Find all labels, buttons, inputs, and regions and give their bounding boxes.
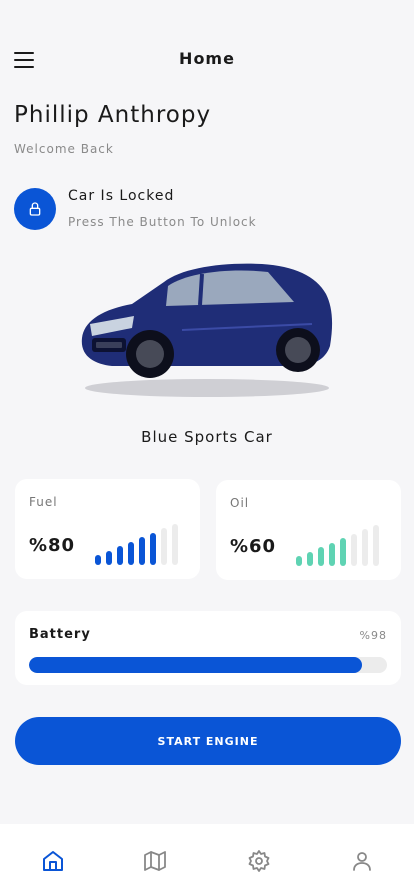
oil-label: Oil (230, 496, 250, 510)
level-bar (362, 529, 368, 566)
oil-value: %60 (230, 536, 277, 557)
battery-progress-fill (29, 657, 362, 673)
battery-label: Battery (29, 627, 91, 642)
bottom-tab-bar (0, 824, 414, 896)
level-bar (373, 524, 379, 566)
lock-icon (29, 202, 41, 216)
fuel-level-bars (95, 523, 178, 565)
tab-map[interactable] (142, 848, 168, 874)
tab-profile[interactable] (349, 848, 375, 874)
fuel-label: Fuel (29, 495, 58, 509)
level-bar (117, 546, 123, 565)
car-name: Blue Sports Car (141, 428, 273, 446)
level-bar (296, 556, 302, 566)
home-icon (43, 851, 63, 871)
welcome-text: Welcome Back (14, 142, 114, 156)
car-image (72, 250, 342, 400)
battery-card: Battery %98 (15, 611, 401, 685)
battery-value: %98 (359, 629, 387, 642)
unlock-button[interactable] (14, 188, 56, 230)
level-bar (150, 532, 156, 565)
level-bar (329, 542, 335, 566)
level-bar (351, 533, 357, 566)
lock-status-subtitle: Press The Button To Unlock (68, 215, 257, 229)
level-bar (95, 555, 101, 565)
user-name: Phillip Anthropy (14, 102, 212, 128)
oil-level-bars (296, 524, 379, 566)
page-title: Home (179, 49, 235, 68)
lock-status-title: Car Is Locked (68, 188, 175, 204)
map-icon (144, 851, 166, 871)
gear-icon (248, 850, 270, 872)
level-bar (307, 551, 313, 566)
level-bar (139, 537, 145, 565)
level-bar (172, 523, 178, 565)
level-bar (340, 538, 346, 566)
level-bar (106, 550, 112, 565)
fuel-value: %80 (29, 535, 76, 556)
battery-progress-track (29, 657, 387, 673)
user-icon (353, 852, 371, 871)
tab-home[interactable] (40, 848, 66, 874)
level-bar (318, 547, 324, 566)
oil-card: Oil %60 (216, 480, 401, 580)
fuel-card: Fuel %80 (15, 479, 200, 579)
tab-settings[interactable] (246, 848, 272, 874)
start-engine-button[interactable]: START ENGINE (15, 717, 401, 765)
level-bar (161, 528, 167, 565)
level-bar (128, 541, 134, 565)
